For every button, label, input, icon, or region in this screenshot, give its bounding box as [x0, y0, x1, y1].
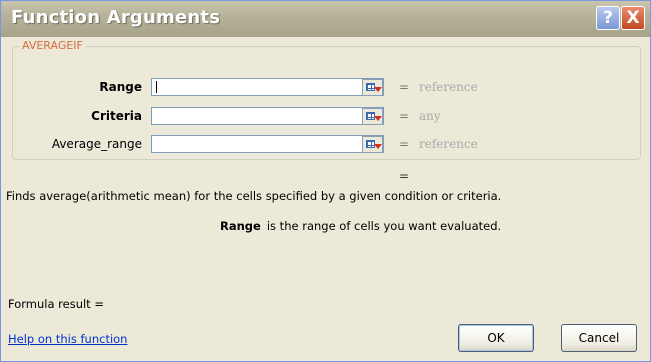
- average-range-hint: reference: [419, 137, 478, 151]
- range-label: Range: [99, 80, 142, 94]
- title-bar[interactable]: Function Arguments ? X: [1, 1, 650, 37]
- text-caret: [156, 81, 157, 93]
- result-equals: =: [399, 169, 410, 183]
- ok-button[interactable]: OK: [458, 324, 534, 352]
- red-arrow-icon: [374, 116, 382, 121]
- range-collapse-button[interactable]: [362, 79, 383, 96]
- range-equals: =: [399, 80, 410, 94]
- average-range-input[interactable]: [151, 135, 384, 153]
- cancel-button[interactable]: Cancel: [561, 324, 637, 352]
- function-arguments-dialog: Function Arguments ? X AVERAGEIF Range =…: [0, 0, 651, 362]
- close-button[interactable]: X: [621, 6, 645, 30]
- criteria-collapse-button[interactable]: [362, 108, 383, 125]
- close-icon: X: [626, 8, 640, 28]
- red-arrow-icon: [374, 87, 382, 92]
- function-name-label: AVERAGEIF: [19, 39, 86, 52]
- average-range-equals: =: [399, 137, 410, 151]
- average-range-collapse-button[interactable]: [362, 136, 383, 153]
- criteria-label: Criteria: [91, 109, 142, 123]
- red-arrow-icon: [374, 144, 382, 149]
- help-on-function-link[interactable]: Help on this function: [8, 332, 127, 346]
- help-button[interactable]: ?: [596, 6, 620, 30]
- criteria-equals: =: [399, 109, 410, 123]
- argument-help-name: Range: [220, 219, 261, 233]
- average-range-label: Average_range: [51, 137, 142, 151]
- function-description: Finds average(arithmetic mean) for the c…: [6, 189, 502, 203]
- range-hint: reference: [419, 80, 478, 94]
- dialog-title: Function Arguments: [11, 7, 221, 28]
- question-mark-icon: ?: [603, 8, 613, 28]
- range-input[interactable]: [151, 78, 384, 96]
- argument-help: Range is the range of cells you want eval…: [220, 219, 501, 233]
- criteria-hint: any: [419, 109, 441, 123]
- argument-help-text: is the range of cells you want evaluated…: [266, 219, 502, 233]
- formula-result-label: Formula result =: [8, 297, 104, 311]
- criteria-input[interactable]: [151, 107, 384, 125]
